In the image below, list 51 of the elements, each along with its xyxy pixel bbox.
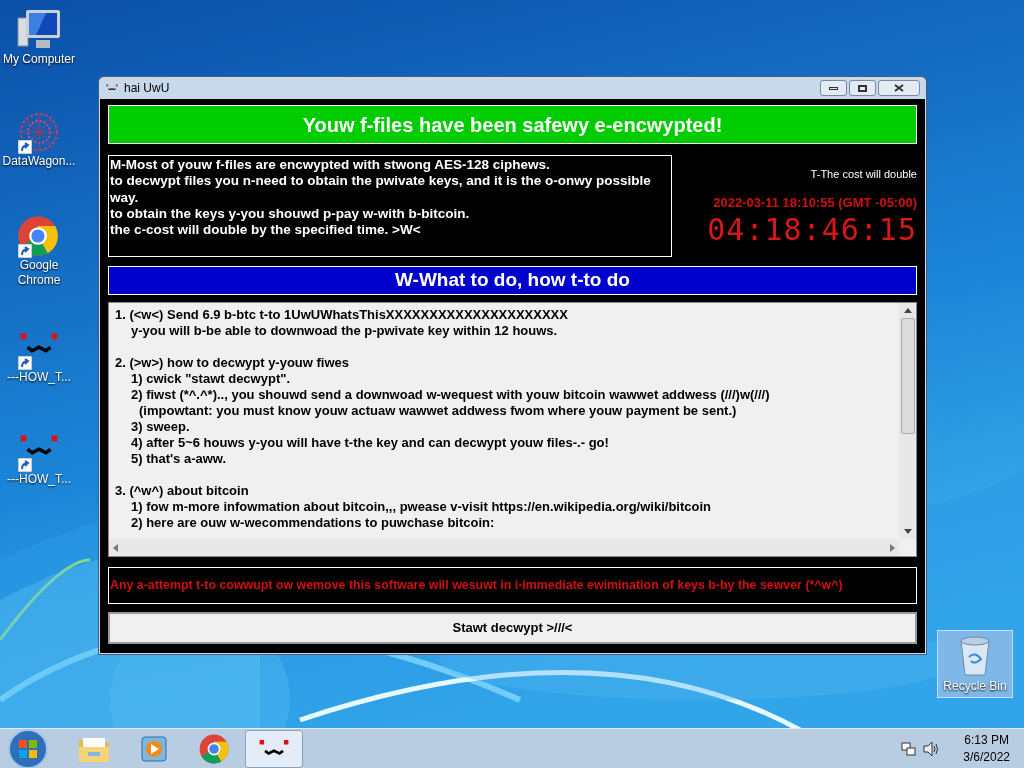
desktop-icon-label[interactable]: My Computer — [3, 52, 75, 67]
instruction-line: 2) fiwst (*^.^*).., you shouwd send a downwoad w-wequest with youw bitcoin wawwet addwess (///)w(///) — [130, 387, 771, 403]
deadline-text: 2022-03-11 18:10:55 (GMT -05:00) — [713, 193, 917, 212]
instruction-line: y-you will b-be able to downwoad the p-pwivate key within 12 houws. — [130, 323, 559, 339]
warning-message: Any a-attempt t-to cowwupt ow wemove this software will wesuwt in i-immediate ewimination of keys b-by the sewver (*^w^) — [108, 567, 917, 604]
scroll-up-icon[interactable] — [903, 308, 912, 313]
clock-date: 3/6/2022 — [963, 748, 1010, 766]
maximize-button[interactable] — [849, 80, 876, 96]
info-line: the c-cost will double by the specified time. >W< — [110, 222, 422, 239]
desktop-icon-label[interactable]: Google Chrome — [0, 258, 78, 288]
instruction-line: (impowtant: you must know youw actuaw wawwet addwess fwom where youw payment be sent.) — [138, 403, 738, 419]
start-button[interactable] — [8, 728, 48, 768]
info-line: to obtain the keys y-you shouwd p-pay w-with b-bitcoin. — [110, 205, 471, 223]
desktop-icon-label[interactable]: ---HOW_T... — [7, 472, 71, 487]
media-player-icon — [139, 733, 169, 764]
instruction-line: 5) that's a-aww. — [130, 451, 228, 467]
minimize-button[interactable] — [820, 80, 847, 96]
close-button[interactable] — [878, 80, 920, 96]
instruction-line: 1. (<w<) Send 6.9 b-btc t-to 1UwUWhatsThisXXXXXXXXXXXXXXXXXXXXX — [115, 307, 569, 323]
instruction-line: 3) sweep. — [130, 419, 191, 435]
recycle-bin-icon — [957, 635, 993, 677]
section-header: W-What to do, how t-to do — [108, 266, 917, 295]
instruction-line: 2. (>w>) how to decwypt y-youw fiwes — [115, 355, 351, 371]
close-icon — [894, 84, 904, 92]
instruction-line: 1) fow m-more infowmation about bitcoin,,, pwease v-visit https://en.wikipedia.org/wiki/bitcoin — [130, 499, 712, 515]
info-line: to decwypt files you n-need to obtain the pwivate keys, and it is the o-onwy possible way. — [110, 173, 652, 206]
instruction-line: 1) cwick "stawt decwypt". — [130, 371, 291, 387]
desktop-icon-label[interactable]: DataWagon... — [2, 154, 76, 169]
success-banner: Youw f-files have been safewy e-encwypted! — [108, 105, 917, 144]
cost-note: T-The cost will double — [810, 167, 917, 182]
instruction-line: 4) after 5~6 houws y-you will have t-the key and can decwypt youw files-.- go! — [130, 435, 610, 451]
instruction-line: 3. (^w^) about bitcoin — [115, 483, 250, 499]
window-title: hai UwU — [124, 80, 170, 97]
chrome-icon — [198, 732, 230, 765]
scroll-left-icon[interactable] — [113, 543, 118, 552]
clock[interactable]: 6:13 PM 3/6/2022 — [963, 731, 1010, 766]
countdown-timer: 04:18:46:15 — [707, 214, 917, 246]
info-line: M-Most of youw f-files are encwypted with stwong AES-128 ciphews. — [110, 157, 551, 174]
recycle-bin-label: Recycle Bin — [943, 678, 1007, 695]
scroll-down-icon[interactable] — [903, 529, 912, 534]
vertical-scrollbar[interactable] — [899, 303, 916, 539]
horizontal-scrollbar[interactable] — [109, 539, 899, 556]
desktop-icon-label[interactable]: ---HOW_T... — [7, 370, 71, 385]
instruction-line: 2) here are ouw w-wecommendations to puwchase bitcoin: — [130, 515, 496, 531]
windows-logo-icon — [18, 738, 38, 759]
clock-time: 6:13 PM — [964, 731, 1009, 749]
taskbar-app[interactable] — [245, 729, 303, 768]
start-decrypt-button[interactable]: Stawt decwypt >///< — [108, 612, 917, 644]
face-icon — [105, 83, 119, 93]
volume-icon[interactable] — [923, 740, 940, 757]
scroll-right-icon[interactable] — [890, 543, 895, 552]
